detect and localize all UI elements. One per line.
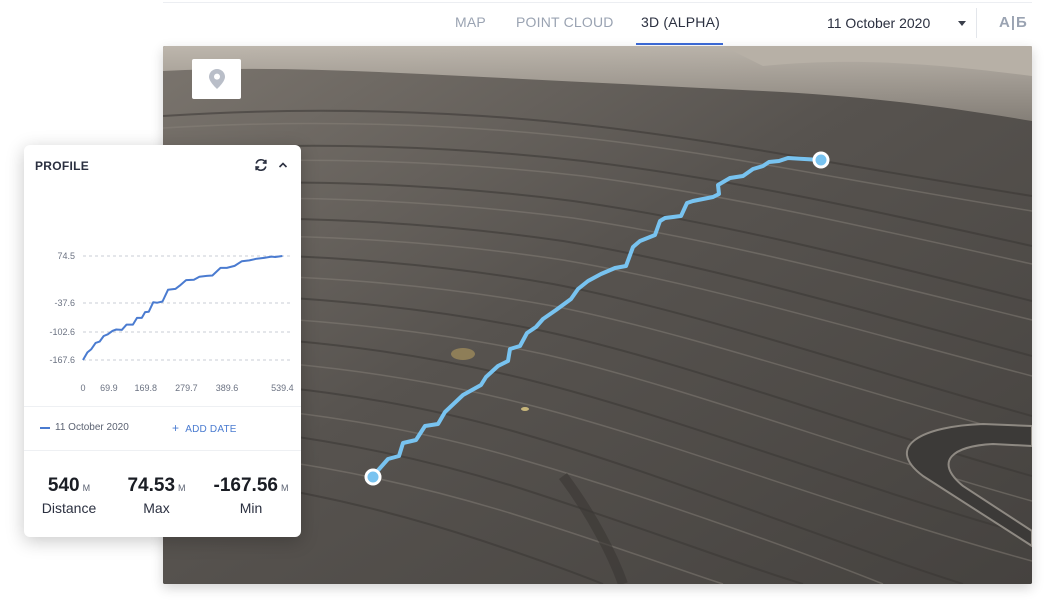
map-pin-icon bbox=[208, 69, 225, 89]
x-tick-label: 169.8 bbox=[134, 383, 157, 393]
profile-panel: PROFILE 74.5 -37.6 -102.6 -167.6 0 69.9 169.8… bbox=[24, 145, 301, 537]
legend-divider-top bbox=[24, 406, 301, 407]
date-select[interactable]: 11 October 2020 bbox=[827, 15, 930, 31]
chevron-up-icon[interactable] bbox=[275, 157, 291, 173]
stat-distance-value: 540 bbox=[47, 475, 80, 496]
legend-date: 11 October 2020 bbox=[55, 422, 129, 433]
toolbar-divider bbox=[976, 8, 977, 38]
plus-icon: + bbox=[172, 421, 180, 435]
x-tick-label: 389.6 bbox=[216, 383, 239, 393]
stat-distance: 540 M Distance bbox=[34, 475, 104, 516]
profile-chart: 74.5 -37.6 -102.6 -167.6 0 69.9 169.8 279.7 389… bbox=[49, 251, 294, 393]
add-date-label: ADD DATE bbox=[185, 424, 237, 435]
active-tab-indicator bbox=[636, 43, 723, 45]
location-pin-button[interactable] bbox=[192, 59, 241, 99]
chevron-down-icon[interactable] bbox=[958, 21, 966, 26]
route-start-marker[interactable] bbox=[364, 468, 382, 486]
legend-divider-bottom bbox=[24, 450, 301, 451]
stat-distance-unit: M bbox=[82, 483, 91, 493]
stat-min-label: Min bbox=[239, 500, 263, 516]
x-tick-label: 539.4 bbox=[271, 383, 294, 393]
add-date-button[interactable]: + ADD DATE bbox=[172, 421, 237, 435]
x-tick-label: 279.7 bbox=[175, 383, 198, 393]
stat-distance-label: Distance bbox=[41, 500, 97, 516]
tab-point-cloud[interactable]: POINT CLOUD bbox=[516, 14, 614, 30]
language-toggle[interactable]: А|Б bbox=[999, 14, 1028, 31]
stat-min-value: -167.56 bbox=[213, 475, 278, 496]
x-tick-label: 69.9 bbox=[100, 383, 118, 393]
legend-swatch bbox=[40, 427, 50, 429]
y-tick-label: -37.6 bbox=[54, 298, 75, 308]
stat-max-value: 74.53 bbox=[127, 475, 176, 496]
route-end-marker[interactable] bbox=[812, 151, 830, 169]
top-divider bbox=[163, 2, 1032, 3]
y-tick-label: -102.6 bbox=[49, 327, 75, 337]
tab-3d-alpha[interactable]: 3D (ALPHA) bbox=[641, 14, 720, 30]
y-tick-label: -167.6 bbox=[49, 355, 75, 365]
tab-map[interactable]: MAP bbox=[455, 14, 486, 30]
y-tick-label: 74.5 bbox=[57, 251, 75, 261]
panel-title: PROFILE bbox=[35, 159, 90, 173]
profile-series-line bbox=[82, 255, 283, 361]
refresh-icon[interactable] bbox=[253, 157, 269, 173]
stat-min-unit: M bbox=[280, 483, 289, 493]
stat-max: 74.53 M Max bbox=[119, 475, 194, 516]
x-tick-label: 0 bbox=[80, 383, 85, 393]
stat-max-label: Max bbox=[143, 500, 170, 516]
stat-max-unit: M bbox=[178, 483, 186, 493]
stat-min: -167.56 M Min bbox=[206, 475, 296, 516]
